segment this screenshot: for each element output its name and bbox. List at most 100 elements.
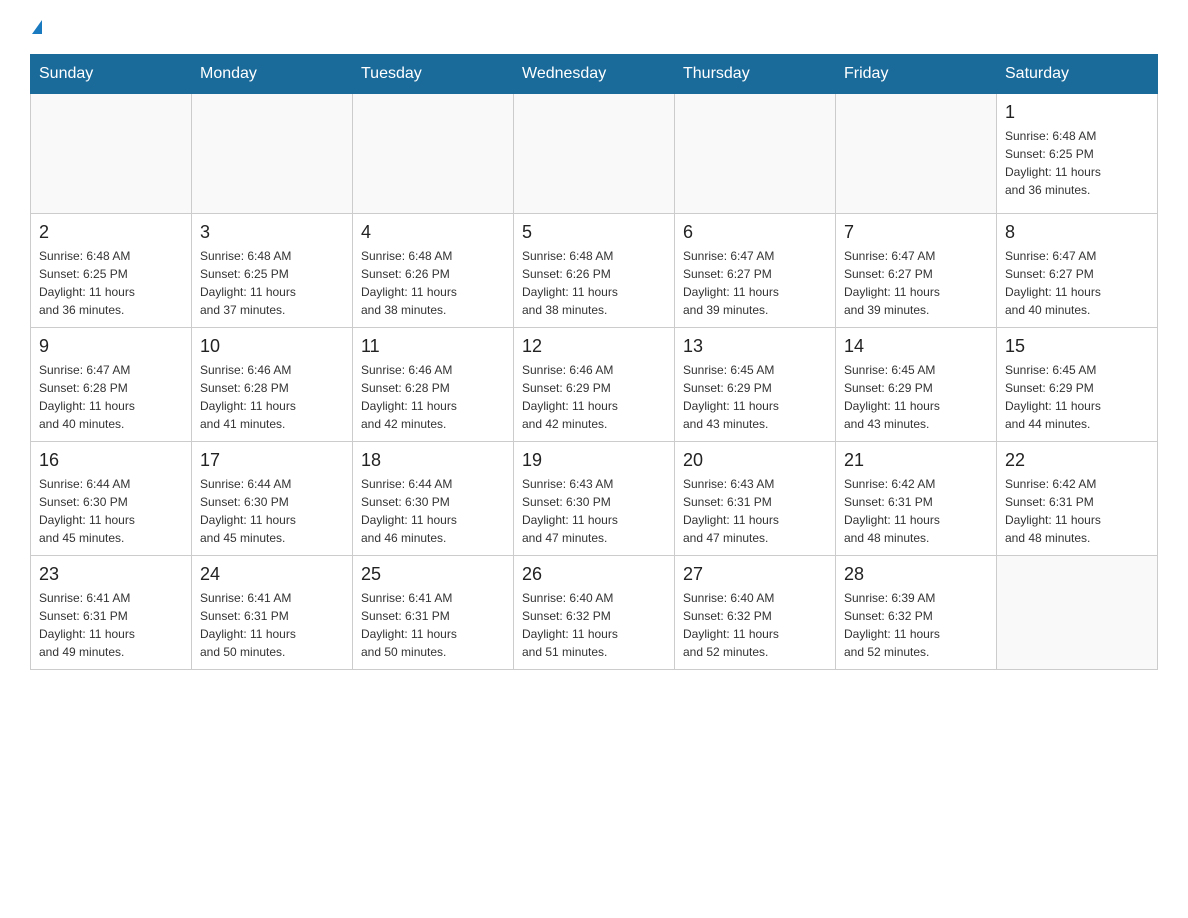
day-cell: 9 Sunrise: 6:47 AM Sunset: 6:28 PM Daylig… bbox=[31, 328, 192, 442]
day-number: 16 bbox=[39, 450, 183, 471]
day-info: Sunrise: 6:47 AM Sunset: 6:28 PM Dayligh… bbox=[39, 361, 183, 433]
page-header bbox=[30, 20, 1158, 34]
day-number: 10 bbox=[200, 336, 344, 357]
day-cell bbox=[353, 94, 514, 214]
day-info: Sunrise: 6:41 AM Sunset: 6:31 PM Dayligh… bbox=[200, 589, 344, 661]
day-info: Sunrise: 6:47 AM Sunset: 6:27 PM Dayligh… bbox=[683, 247, 827, 319]
day-info: Sunrise: 6:47 AM Sunset: 6:27 PM Dayligh… bbox=[844, 247, 988, 319]
day-number: 7 bbox=[844, 222, 988, 243]
day-cell: 27Sunrise: 6:40 AM Sunset: 6:32 PM Dayli… bbox=[675, 556, 836, 670]
day-number: 12 bbox=[522, 336, 666, 357]
day-cell: 8 Sunrise: 6:47 AM Sunset: 6:27 PM Daylig… bbox=[997, 214, 1158, 328]
week-row-1: 1 Sunrise: 6:48 AM Sunset: 6:25 PM Daylig… bbox=[31, 94, 1158, 214]
day-cell: 4 Sunrise: 6:48 AM Sunset: 6:26 PM Daylig… bbox=[353, 214, 514, 328]
day-cell bbox=[31, 94, 192, 214]
calendar-table: SundayMondayTuesdayWednesdayThursdayFrid… bbox=[30, 54, 1158, 670]
day-number: 28 bbox=[844, 564, 988, 585]
day-cell: 22Sunrise: 6:42 AM Sunset: 6:31 PM Dayli… bbox=[997, 442, 1158, 556]
day-number: 3 bbox=[200, 222, 344, 243]
day-number: 5 bbox=[522, 222, 666, 243]
day-cell: 11 Sunrise: 6:46 AM Sunset: 6:28 PM Dayli… bbox=[353, 328, 514, 442]
day-info: Sunrise: 6:46 AM Sunset: 6:28 PM Dayligh… bbox=[200, 361, 344, 433]
day-number: 9 bbox=[39, 336, 183, 357]
day-header-wednesday: Wednesday bbox=[514, 55, 675, 94]
day-cell: 28 Sunrise: 6:39 AM Sunset: 6:32 PM Dayli… bbox=[836, 556, 997, 670]
day-info: Sunrise: 6:45 AM Sunset: 6:29 PM Dayligh… bbox=[683, 361, 827, 433]
day-cell: 21 Sunrise: 6:42 AM Sunset: 6:31 PM Dayli… bbox=[836, 442, 997, 556]
day-cell bbox=[836, 94, 997, 214]
day-number: 19 bbox=[522, 450, 666, 471]
day-info: Sunrise: 6:47 AM Sunset: 6:27 PM Dayligh… bbox=[1005, 247, 1149, 319]
day-cell: 25Sunrise: 6:41 AM Sunset: 6:31 PM Dayli… bbox=[353, 556, 514, 670]
day-cell: 7 Sunrise: 6:47 AM Sunset: 6:27 PM Daylig… bbox=[836, 214, 997, 328]
day-number: 26 bbox=[522, 564, 666, 585]
day-cell: 13 Sunrise: 6:45 AM Sunset: 6:29 PM Dayli… bbox=[675, 328, 836, 442]
day-cell: 3 Sunrise: 6:48 AM Sunset: 6:25 PM Daylig… bbox=[192, 214, 353, 328]
day-info: Sunrise: 6:46 AM Sunset: 6:29 PM Dayligh… bbox=[522, 361, 666, 433]
day-cell bbox=[675, 94, 836, 214]
day-info: Sunrise: 6:48 AM Sunset: 6:26 PM Dayligh… bbox=[522, 247, 666, 319]
day-info: Sunrise: 6:48 AM Sunset: 6:25 PM Dayligh… bbox=[1005, 127, 1149, 199]
logo bbox=[30, 20, 42, 34]
day-info: Sunrise: 6:41 AM Sunset: 6:31 PM Dayligh… bbox=[39, 589, 183, 661]
day-info: Sunrise: 6:48 AM Sunset: 6:25 PM Dayligh… bbox=[39, 247, 183, 319]
day-number: 15 bbox=[1005, 336, 1149, 357]
day-cell bbox=[192, 94, 353, 214]
day-info: Sunrise: 6:48 AM Sunset: 6:25 PM Dayligh… bbox=[200, 247, 344, 319]
day-number: 14 bbox=[844, 336, 988, 357]
day-number: 23 bbox=[39, 564, 183, 585]
day-info: Sunrise: 6:44 AM Sunset: 6:30 PM Dayligh… bbox=[200, 475, 344, 547]
day-info: Sunrise: 6:46 AM Sunset: 6:28 PM Dayligh… bbox=[361, 361, 505, 433]
day-number: 8 bbox=[1005, 222, 1149, 243]
day-cell: 19 Sunrise: 6:43 AM Sunset: 6:30 PM Dayli… bbox=[514, 442, 675, 556]
day-header-friday: Friday bbox=[836, 55, 997, 94]
day-info: Sunrise: 6:44 AM Sunset: 6:30 PM Dayligh… bbox=[361, 475, 505, 547]
day-header-thursday: Thursday bbox=[675, 55, 836, 94]
day-number: 25 bbox=[361, 564, 505, 585]
day-header-tuesday: Tuesday bbox=[353, 55, 514, 94]
day-number: 18 bbox=[361, 450, 505, 471]
day-cell: 16 Sunrise: 6:44 AM Sunset: 6:30 PM Dayli… bbox=[31, 442, 192, 556]
day-info: Sunrise: 6:42 AM Sunset: 6:31 PM Dayligh… bbox=[1005, 475, 1149, 547]
header-row: SundayMondayTuesdayWednesdayThursdayFrid… bbox=[31, 55, 1158, 94]
day-number: 4 bbox=[361, 222, 505, 243]
day-cell: 10 Sunrise: 6:46 AM Sunset: 6:28 PM Dayli… bbox=[192, 328, 353, 442]
day-header-sunday: Sunday bbox=[31, 55, 192, 94]
day-number: 21 bbox=[844, 450, 988, 471]
day-info: Sunrise: 6:43 AM Sunset: 6:31 PM Dayligh… bbox=[683, 475, 827, 547]
day-info: Sunrise: 6:40 AM Sunset: 6:32 PM Dayligh… bbox=[522, 589, 666, 661]
logo-triangle-icon bbox=[32, 20, 42, 34]
week-row-5: 23 Sunrise: 6:41 AM Sunset: 6:31 PM Dayli… bbox=[31, 556, 1158, 670]
week-row-3: 9 Sunrise: 6:47 AM Sunset: 6:28 PM Daylig… bbox=[31, 328, 1158, 442]
day-cell: 24 Sunrise: 6:41 AM Sunset: 6:31 PM Dayli… bbox=[192, 556, 353, 670]
day-number: 13 bbox=[683, 336, 827, 357]
day-cell: 12 Sunrise: 6:46 AM Sunset: 6:29 PM Dayli… bbox=[514, 328, 675, 442]
day-cell: 23 Sunrise: 6:41 AM Sunset: 6:31 PM Dayli… bbox=[31, 556, 192, 670]
day-cell: 5 Sunrise: 6:48 AM Sunset: 6:26 PM Daylig… bbox=[514, 214, 675, 328]
week-row-4: 16 Sunrise: 6:44 AM Sunset: 6:30 PM Dayli… bbox=[31, 442, 1158, 556]
day-info: Sunrise: 6:45 AM Sunset: 6:29 PM Dayligh… bbox=[1005, 361, 1149, 433]
day-cell bbox=[514, 94, 675, 214]
day-info: Sunrise: 6:42 AM Sunset: 6:31 PM Dayligh… bbox=[844, 475, 988, 547]
week-row-2: 2Sunrise: 6:48 AM Sunset: 6:25 PM Daylig… bbox=[31, 214, 1158, 328]
day-cell: 1 Sunrise: 6:48 AM Sunset: 6:25 PM Daylig… bbox=[997, 94, 1158, 214]
day-number: 24 bbox=[200, 564, 344, 585]
day-cell: 15 Sunrise: 6:45 AM Sunset: 6:29 PM Dayli… bbox=[997, 328, 1158, 442]
day-number: 20 bbox=[683, 450, 827, 471]
day-info: Sunrise: 6:39 AM Sunset: 6:32 PM Dayligh… bbox=[844, 589, 988, 661]
day-cell: 18 Sunrise: 6:44 AM Sunset: 6:30 PM Dayli… bbox=[353, 442, 514, 556]
day-number: 11 bbox=[361, 336, 505, 357]
day-info: Sunrise: 6:40 AM Sunset: 6:32 PM Dayligh… bbox=[683, 589, 827, 661]
day-number: 6 bbox=[683, 222, 827, 243]
day-info: Sunrise: 6:44 AM Sunset: 6:30 PM Dayligh… bbox=[39, 475, 183, 547]
day-cell: 2Sunrise: 6:48 AM Sunset: 6:25 PM Daylig… bbox=[31, 214, 192, 328]
day-number: 1 bbox=[1005, 102, 1149, 123]
day-cell: 14 Sunrise: 6:45 AM Sunset: 6:29 PM Dayli… bbox=[836, 328, 997, 442]
day-cell: 26 Sunrise: 6:40 AM Sunset: 6:32 PM Dayli… bbox=[514, 556, 675, 670]
day-header-monday: Monday bbox=[192, 55, 353, 94]
day-number: 17 bbox=[200, 450, 344, 471]
day-info: Sunrise: 6:48 AM Sunset: 6:26 PM Dayligh… bbox=[361, 247, 505, 319]
day-info: Sunrise: 6:45 AM Sunset: 6:29 PM Dayligh… bbox=[844, 361, 988, 433]
day-info: Sunrise: 6:43 AM Sunset: 6:30 PM Dayligh… bbox=[522, 475, 666, 547]
day-cell: 17 Sunrise: 6:44 AM Sunset: 6:30 PM Dayli… bbox=[192, 442, 353, 556]
